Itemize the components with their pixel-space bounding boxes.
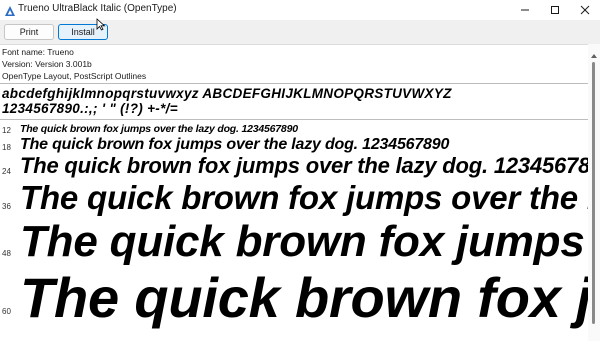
sample-text-48: The quick brown fox jumps over the lazy … xyxy=(20,217,588,266)
size-label-60: 60 xyxy=(2,307,11,316)
font-preview-area: Font name: Trueno Version: Version 3.001… xyxy=(0,44,588,341)
scroll-up-arrow-icon[interactable] xyxy=(590,46,598,58)
size-label-48: 48 xyxy=(2,249,11,258)
scroll-down-arrow-icon[interactable] xyxy=(590,333,598,339)
size-label-18: 18 xyxy=(2,143,11,152)
font-viewer-window: Trueno UltraBlack Italic (OpenType) Prin… xyxy=(0,0,600,341)
minimize-icon xyxy=(520,5,530,15)
sample-text-18: The quick brown fox jumps over the lazy … xyxy=(20,136,450,153)
maximize-icon xyxy=(550,5,560,15)
outline-info: OpenType Layout, PostScript Outlines xyxy=(2,71,147,81)
divider xyxy=(0,119,588,120)
size-label-36: 36 xyxy=(2,202,11,211)
mouse-cursor-icon xyxy=(96,18,106,31)
charset-line-2: 1234567890.:,; ' " (!?) +-*/= xyxy=(2,101,178,116)
close-icon xyxy=(580,5,590,15)
scroll-thumb[interactable] xyxy=(592,62,595,324)
version-info: Version: Version 3.001b xyxy=(2,59,92,69)
size-label-24: 24 xyxy=(2,167,11,176)
print-button[interactable]: Print xyxy=(4,24,54,40)
charset-line-1: abcdefghijklmnopqrstuvwxyz ABCDEFGHIJKLM… xyxy=(2,86,452,101)
close-button[interactable] xyxy=(570,0,600,20)
toolbar: Print Install xyxy=(0,20,600,44)
font-name-info: Font name: Trueno xyxy=(2,47,74,57)
font-file-icon xyxy=(4,4,16,16)
window-title: Trueno UltraBlack Italic (OpenType) xyxy=(18,3,177,14)
sample-text-12: The quick brown fox jumps over the lazy … xyxy=(20,123,298,135)
sample-text-36: The quick brown fox jumps over the lazy … xyxy=(20,179,588,216)
minimize-button[interactable] xyxy=(510,0,540,20)
sample-text-60: The quick brown fox jumps over the lazy … xyxy=(20,266,588,329)
sample-text-24: The quick brown fox jumps over the lazy … xyxy=(20,153,588,178)
maximize-button[interactable] xyxy=(540,0,570,20)
title-bar: Trueno UltraBlack Italic (OpenType) xyxy=(0,0,600,20)
vertical-scrollbar[interactable] xyxy=(588,44,600,341)
size-label-12: 12 xyxy=(2,126,11,135)
divider xyxy=(0,83,588,84)
